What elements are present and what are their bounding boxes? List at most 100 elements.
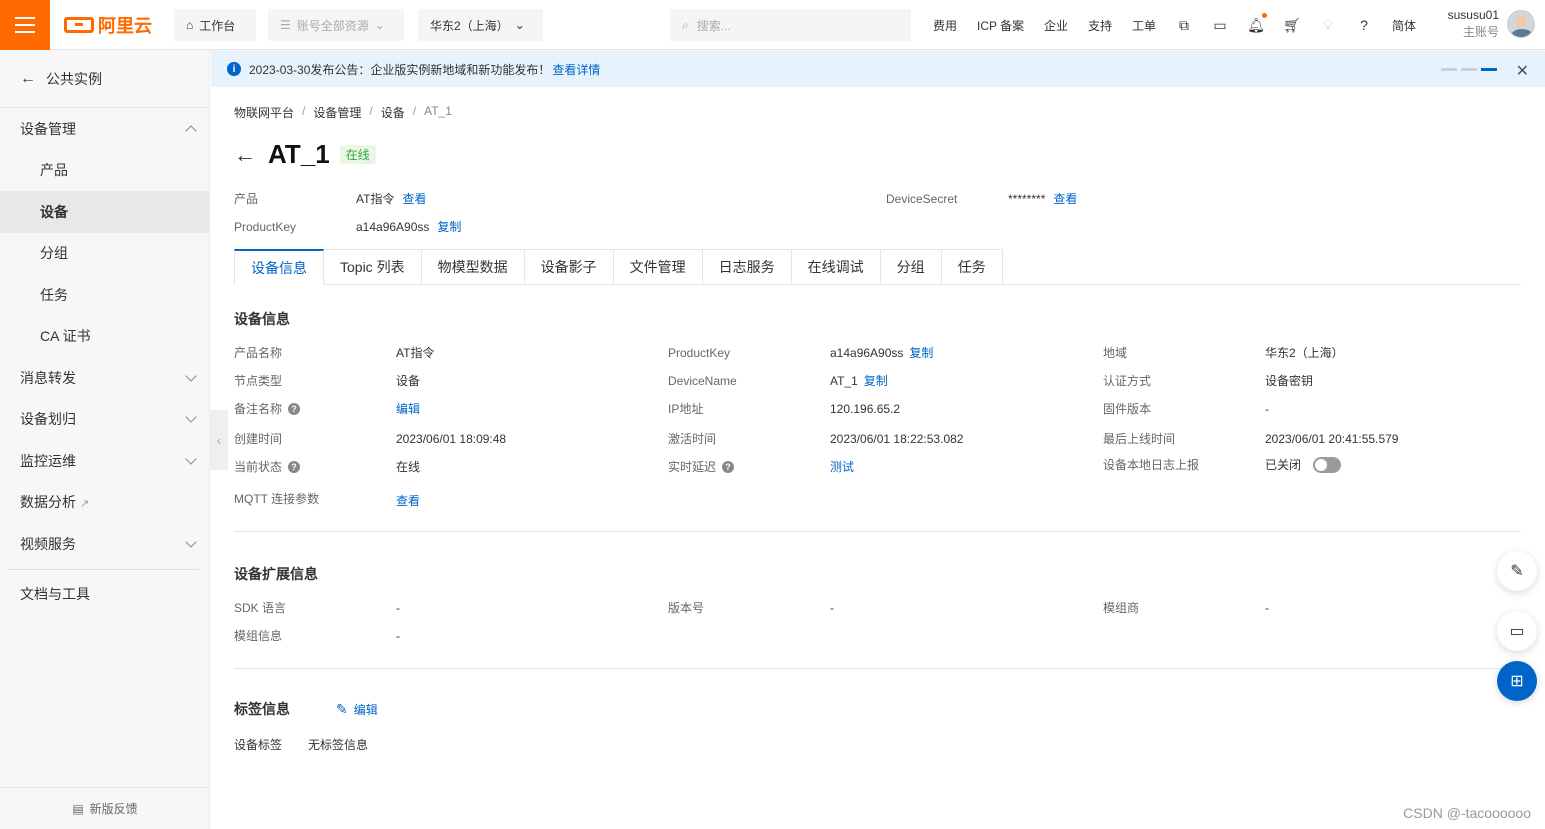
info-activated-time: 激活时间 2023/06/01 18:22:53.082: [668, 431, 964, 447]
avatar[interactable]: [1507, 10, 1535, 38]
edit-tags-link[interactable]: 编辑: [354, 701, 378, 718]
tab-thing-model[interactable]: 物模型数据: [421, 249, 525, 285]
resource-selector[interactable]: ☰ 账号全部资源 ⌄: [268, 9, 404, 41]
nav-link-support[interactable]: 支持: [1088, 17, 1112, 34]
productkey-row: ProductKey a14a96A90ss 复制: [234, 218, 462, 235]
info-auth-method: 认证方式 设备密钥: [1103, 374, 1314, 388]
tab-device-shadow[interactable]: 设备影子: [524, 249, 614, 285]
sidebar-item-monitoring[interactable]: 监控运维: [0, 440, 209, 482]
chevron-down-icon: ⌄: [514, 18, 525, 32]
sidebar-item-task[interactable]: 任务: [0, 274, 209, 316]
nav-link-ticket[interactable]: 工单: [1132, 17, 1156, 34]
tags-header: 标签信息 ✎ 编辑: [234, 699, 378, 719]
language-switch[interactable]: 简体: [1392, 17, 1416, 34]
back-to-instance-button[interactable]: ← 公共实例: [0, 50, 209, 108]
search-icon: ⌕: [682, 17, 689, 32]
feedback-icon: ▤: [72, 801, 84, 816]
edit-alias-link[interactable]: 编辑: [396, 400, 420, 417]
search-input[interactable]: ⌕ 搜索...: [670, 9, 911, 41]
section-title-tags: 标签信息: [234, 701, 290, 717]
bell-icon[interactable]: 🔔︎: [1247, 13, 1267, 34]
sidebar-collapse-handle[interactable]: ‹: [210, 410, 228, 470]
test-latency-link[interactable]: 测试: [830, 458, 854, 475]
copy-productkey-link[interactable]: 复制: [909, 344, 933, 361]
breadcrumb-device[interactable]: 设备: [381, 104, 405, 121]
info-last-online: 最后上线时间 2023/06/01 20:41:55.579: [1103, 431, 1399, 447]
terminal-icon[interactable]: ▭: [1211, 16, 1229, 34]
feedback-button[interactable]: ▤ 新版反馈: [0, 787, 210, 829]
breadcrumb-device-management[interactable]: 设备管理: [313, 104, 361, 121]
announcement-bar: i 2023-03-30发布公告：企业版实例新地域和新功能发布！ 查看详情 ✕: [211, 51, 1545, 87]
sidebar-item-data-analysis[interactable]: 数据分析 ↗: [0, 482, 209, 524]
info-node-type: 节点类型 设备: [234, 374, 421, 388]
help-icon[interactable]: ?: [288, 460, 301, 473]
aliyun-logo[interactable]: 阿里云: [64, 14, 152, 36]
help-icon[interactable]: ?: [1355, 16, 1373, 34]
chevron-down-icon: [185, 411, 197, 423]
sidebar-item-product[interactable]: 产品: [0, 150, 209, 192]
tab-bar: 设备信息 Topic 列表 物模型数据 设备影子 文件管理 日志服务 在线调试 …: [234, 249, 1521, 285]
sidebar-item-device-management[interactable]: 设备管理: [0, 108, 209, 150]
tab-group[interactable]: 分组: [880, 249, 942, 285]
edit-icon[interactable]: ✎: [336, 701, 348, 718]
divider: [234, 531, 1521, 532]
devicesecret-row: DeviceSecret ******** 查看: [886, 190, 1078, 207]
info-icon: i: [227, 62, 241, 76]
cart-icon[interactable]: 🛒︎: [1283, 16, 1301, 34]
view-mqtt-link[interactable]: 查看: [396, 492, 420, 509]
info-current-status: 当前状态 ? 在线: [234, 460, 421, 474]
workbench-button[interactable]: ⌂ 工作台: [174, 9, 256, 41]
chevron-down-icon: ⌄: [374, 18, 385, 32]
top-navbar: 阿里云 ⌂ 工作台 ☰ 账号全部资源 ⌄ 华东2（上海） ⌄ ⌕ 搜索... 费…: [0, 0, 1545, 50]
chevron-down-icon: [185, 453, 197, 465]
watermark: CSDN @-tacoooooo: [1403, 805, 1531, 821]
local-log-toggle[interactable]: [1313, 456, 1342, 473]
region-selector[interactable]: 华东2（上海） ⌄: [418, 9, 543, 41]
menu-icon[interactable]: [0, 0, 50, 50]
help-icon[interactable]: ?: [288, 402, 301, 415]
chevron-down-icon: [185, 536, 197, 548]
edit-float-icon[interactable]: ✎: [1497, 551, 1537, 591]
info-alias: 备注名称 ? 编辑: [234, 400, 421, 417]
apps-icon[interactable]: ⊞: [1497, 661, 1537, 701]
ext-vendor: 模组商 -: [1103, 600, 1269, 616]
tab-topic-list[interactable]: Topic 列表: [324, 249, 422, 285]
section-title-ext-info: 设备扩展信息: [234, 566, 318, 582]
notification-dot: [1262, 13, 1267, 18]
sidebar-item-group[interactable]: 分组: [0, 233, 209, 275]
bulb-icon[interactable]: 💡︎: [1319, 16, 1337, 34]
external-link-icon: ↗: [79, 498, 90, 511]
nav-link-icp[interactable]: ICP 备案: [977, 17, 1024, 34]
sidebar-item-device[interactable]: 设备: [0, 191, 209, 233]
info-firmware: 固件版本 -: [1103, 401, 1269, 417]
view-secret-link[interactable]: 查看: [1053, 190, 1077, 207]
view-product-link[interactable]: 查看: [402, 190, 426, 207]
copy-productkey-link[interactable]: 复制: [437, 218, 461, 235]
tab-device-info[interactable]: 设备信息: [234, 249, 324, 285]
info-devicename: DeviceName AT_1 复制: [668, 372, 888, 389]
announcement-link[interactable]: 查看详情: [552, 61, 600, 78]
nav-link-enterprise[interactable]: 企业: [1044, 17, 1068, 34]
sidebar-item-docs-tools[interactable]: 文档与工具: [0, 574, 209, 616]
user-menu[interactable]: sususu01 主账号: [1448, 7, 1535, 41]
chat-icon[interactable]: ▭: [1497, 611, 1537, 651]
tab-log-service[interactable]: 日志服务: [702, 249, 792, 285]
tab-task[interactable]: 任务: [941, 249, 1003, 285]
nav-link-fees[interactable]: 费用: [933, 17, 957, 34]
home-icon: ⌂: [186, 18, 194, 32]
info-mqtt-params: MQTT 连接参数 查看: [234, 492, 421, 509]
sidebar-item-ca-cert[interactable]: CA 证书: [0, 316, 209, 358]
sidebar-item-video-service[interactable]: 视频服务: [0, 523, 209, 565]
breadcrumb-iot-platform[interactable]: 物联网平台: [234, 104, 294, 121]
copy-devicename-link[interactable]: 复制: [864, 372, 888, 389]
code-icon[interactable]: ⧉: [1175, 16, 1193, 34]
announcement-pager[interactable]: [1441, 68, 1497, 71]
sidebar-item-device-assignment[interactable]: 设备划归: [0, 399, 209, 441]
breadcrumb: 物联网平台 / 设备管理 / 设备 / AT_1: [234, 104, 452, 121]
close-icon[interactable]: ✕: [1516, 61, 1529, 81]
tab-online-debug[interactable]: 在线调试: [791, 249, 881, 285]
sidebar-item-message-forwarding[interactable]: 消息转发: [0, 357, 209, 399]
tab-file-management[interactable]: 文件管理: [613, 249, 703, 285]
help-icon[interactable]: ?: [722, 460, 735, 473]
arrow-left-icon[interactable]: ←: [234, 142, 258, 168]
